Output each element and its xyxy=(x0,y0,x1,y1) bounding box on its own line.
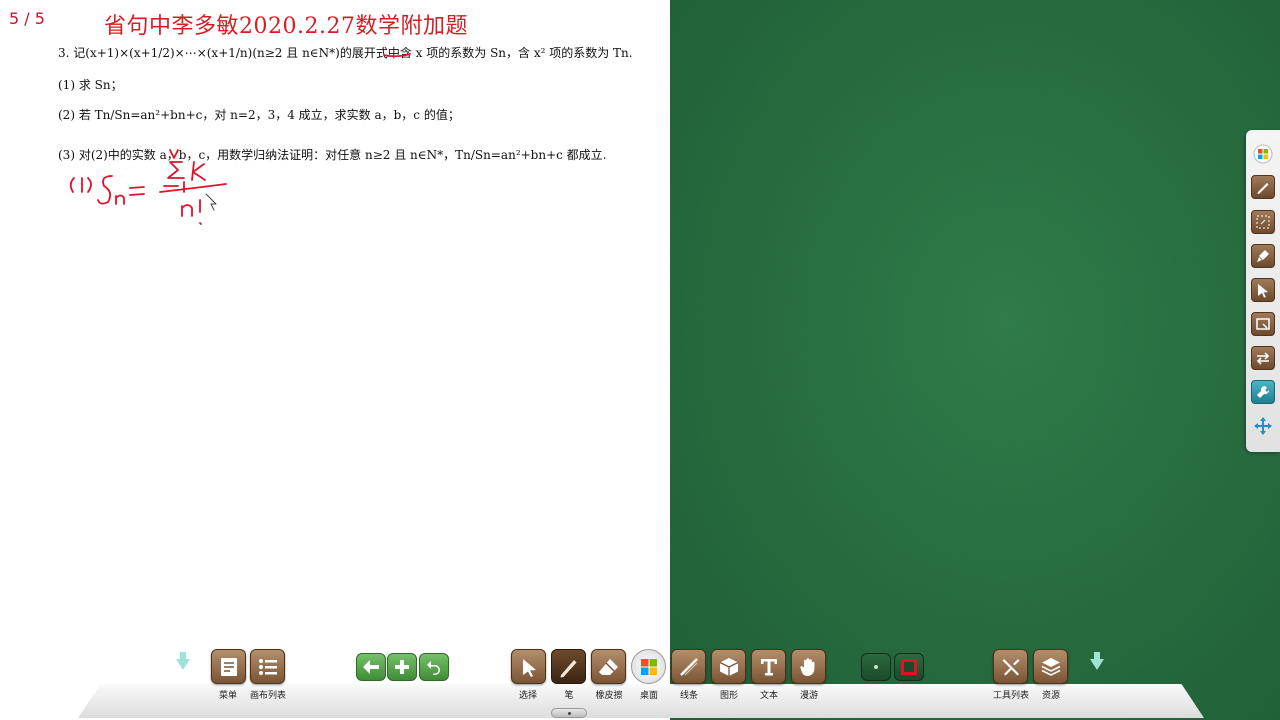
add-page-button[interactable] xyxy=(387,653,417,681)
wrench-icon[interactable] xyxy=(1251,380,1275,404)
arrow-left-icon xyxy=(363,660,379,674)
ink-equals xyxy=(129,186,145,196)
question-part-1: (1) 求 Sn； xyxy=(58,78,123,92)
menu-button[interactable] xyxy=(211,649,246,684)
board-texture xyxy=(670,0,1280,720)
ink-cursor xyxy=(205,193,217,211)
red-square-icon xyxy=(901,659,917,675)
desktop-button[interactable] xyxy=(631,649,666,684)
ink-sigma xyxy=(167,161,185,179)
ink-paren-1 xyxy=(69,177,75,193)
windows-logo-icon[interactable] xyxy=(1251,142,1275,166)
line-label: 线条 xyxy=(679,691,699,701)
collapse-left-arrow-icon[interactable] xyxy=(176,652,190,670)
pen-tool-button[interactable] xyxy=(551,649,586,684)
page-title: 省句中李多敏2020.2.27数学附加题 xyxy=(104,14,468,39)
select-label: 选择 xyxy=(518,691,538,701)
pen-label: 笔 xyxy=(564,691,574,701)
question-part-3: (3) 对(2)中的实数 a，b，c，用数学归纳法证明：对任意 n≥2 且 n∈… xyxy=(58,148,607,162)
pen-icon[interactable] xyxy=(1251,175,1275,199)
dock-grip-handle[interactable] xyxy=(551,708,587,718)
shape-label: 图形 xyxy=(719,691,739,701)
eraser-icon xyxy=(598,658,618,675)
undo-button[interactable] xyxy=(419,653,449,681)
pen-icon xyxy=(560,659,576,677)
list-icon xyxy=(258,658,277,675)
screen-capture-icon[interactable] xyxy=(1251,312,1275,336)
windows-logo-icon xyxy=(640,658,657,675)
document-icon xyxy=(220,657,237,676)
line-tool-button[interactable] xyxy=(671,649,706,684)
desktop-label: 桌面 xyxy=(639,691,659,701)
eraser-label: 橡皮擦 xyxy=(595,691,623,701)
collapse-right-arrow-icon[interactable] xyxy=(1090,652,1104,670)
right-toolbar xyxy=(1246,130,1280,452)
question-intro: 3. 记(x+1)×(x+1/2)×⋯×(x+1/n)(n≥2 且 n∈N*)的… xyxy=(58,46,633,60)
undo-icon xyxy=(427,661,440,675)
ink-paren-close xyxy=(87,177,92,193)
ink-letter-k xyxy=(191,161,206,181)
chalkboard[interactable] xyxy=(670,0,1280,720)
small-dot-icon xyxy=(874,665,878,669)
ink-denominator-n xyxy=(181,204,193,217)
color-dot-button[interactable] xyxy=(861,653,891,681)
canvas-list-label: 画布列表 xyxy=(249,691,287,701)
text-tool-button[interactable] xyxy=(751,649,786,684)
question-part-2: (2) 若 Tn/Sn=an²+bn+c，对 n=2，3，4 成立，求实数 a，… xyxy=(58,108,460,122)
roam-tool-button[interactable] xyxy=(791,649,826,684)
shape-tool-button[interactable] xyxy=(711,649,746,684)
brush-icon[interactable] xyxy=(1251,244,1275,268)
menu-label: 菜单 xyxy=(218,691,238,701)
tools-icon xyxy=(1002,658,1019,675)
page-counter: 5 / 5 xyxy=(9,9,45,28)
hand-icon xyxy=(799,657,814,676)
plus-icon xyxy=(395,660,409,674)
tools-label: 工具列表 xyxy=(992,691,1030,701)
pointer-icon[interactable] xyxy=(1251,278,1275,302)
ink-letter-s xyxy=(97,175,113,205)
ink-fraction-bar xyxy=(159,183,227,193)
resources-button[interactable] xyxy=(1033,649,1068,684)
prev-page-button[interactable] xyxy=(356,653,386,681)
text-icon xyxy=(760,658,777,675)
ink-factorial xyxy=(199,199,202,225)
eraser-tool-button[interactable] xyxy=(591,649,626,684)
text-label: 文本 xyxy=(759,691,779,701)
ink-index xyxy=(163,181,185,193)
document-page[interactable]: 5 / 5 省句中李多敏2020.2.27数学附加题 3. 记(x+1)×(x+… xyxy=(0,0,670,720)
eraser-select-icon[interactable] xyxy=(1251,210,1275,234)
tools-list-button[interactable] xyxy=(993,649,1028,684)
layers-icon xyxy=(1041,657,1060,676)
resources-label: 资源 xyxy=(1041,691,1061,701)
pen-color-button[interactable] xyxy=(894,653,924,681)
roam-label: 漫游 xyxy=(799,691,819,701)
cursor-icon xyxy=(522,658,536,677)
cube-icon xyxy=(719,657,738,676)
ink-letter-n xyxy=(115,194,125,205)
select-tool-button[interactable] xyxy=(511,649,546,684)
canvas-list-button[interactable] xyxy=(250,649,285,684)
move-icon[interactable] xyxy=(1251,414,1275,438)
line-icon xyxy=(679,657,698,676)
swap-icon[interactable] xyxy=(1251,346,1275,370)
